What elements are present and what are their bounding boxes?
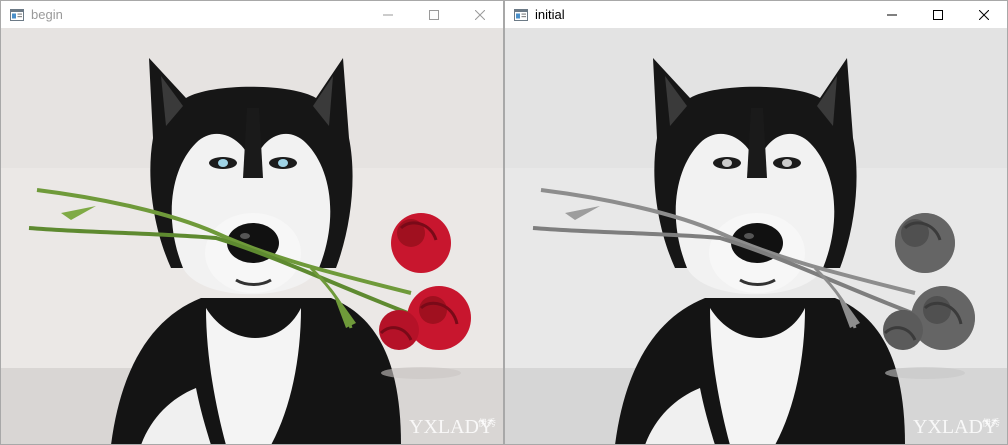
- husky-rose-photo: YXLADY 伊秀: [1, 28, 503, 444]
- close-button[interactable]: [961, 1, 1007, 28]
- maximize-icon: [933, 9, 943, 20]
- minimize-button[interactable]: [869, 1, 915, 28]
- app-window-icon: [514, 8, 528, 21]
- maximize-icon: [429, 9, 439, 20]
- image-display[interactable]: YXLADY 伊秀: [1, 28, 503, 444]
- window-controls: [365, 1, 503, 28]
- maximize-button[interactable]: [915, 1, 961, 28]
- app-window-icon: [10, 8, 24, 21]
- window-title: begin: [31, 6, 63, 22]
- window-title: initial: [535, 6, 565, 22]
- maximize-button[interactable]: [411, 1, 457, 28]
- window-initial[interactable]: initial YXLADY 伊秀: [504, 0, 1008, 445]
- minimize-icon: [383, 14, 393, 15]
- window-controls: [869, 1, 1007, 28]
- watermark-small-text: 伊秀: [982, 417, 1000, 429]
- window-begin[interactable]: begin YXLADY 伊秀: [0, 0, 504, 445]
- minimize-button[interactable]: [365, 1, 411, 28]
- minimize-icon: [887, 14, 897, 15]
- husky-rose-photo-grayscale: YXLADY 伊秀: [505, 28, 1007, 444]
- title-bar[interactable]: begin: [1, 1, 503, 28]
- close-icon: [475, 9, 485, 20]
- close-button[interactable]: [457, 1, 503, 28]
- title-bar[interactable]: initial: [505, 1, 1007, 28]
- image-display[interactable]: YXLADY 伊秀: [505, 28, 1007, 444]
- watermark-small-text: 伊秀: [478, 417, 496, 429]
- close-icon: [979, 9, 989, 20]
